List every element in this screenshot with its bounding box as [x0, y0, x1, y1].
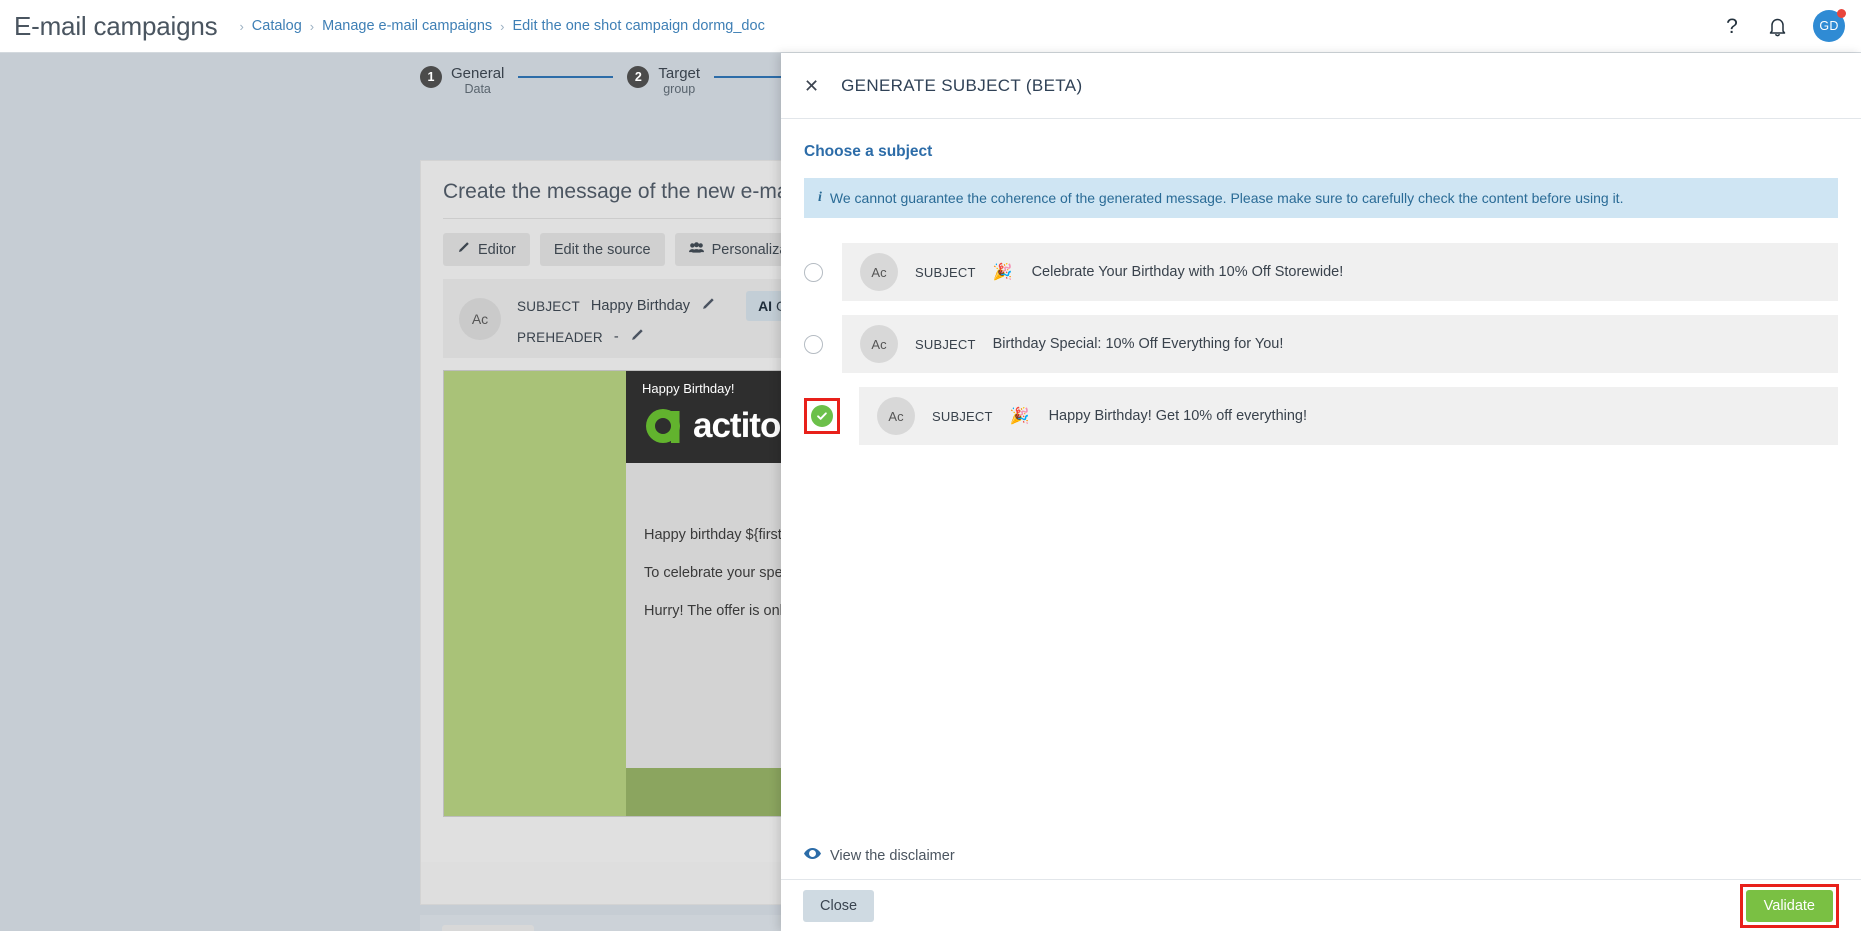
breadcrumb-separator-icon: › [500, 18, 505, 34]
modal-header: ✕ GENERATE SUBJECT (BETA) [781, 53, 1861, 119]
step-number: 1 [420, 66, 442, 88]
preheader-key-label: PREHEADER [517, 329, 603, 345]
tab-edit-source-label: Edit the source [553, 241, 651, 258]
validate-button[interactable]: Validate [1745, 889, 1833, 922]
party-popper-icon: 🎉 [992, 264, 1013, 281]
step-connector [518, 76, 614, 78]
close-icon[interactable]: ✕ [804, 77, 819, 95]
page-title: E-mail campaigns [14, 10, 218, 41]
step-number: 2 [627, 66, 650, 88]
option-avatar: Ac [860, 253, 898, 291]
step-target-group[interactable]: 2 Target group [627, 65, 700, 97]
option-avatar: Ac [877, 397, 915, 435]
edit-preheader-pencil-icon[interactable] [630, 328, 644, 346]
subject-option-card-2[interactable]: Ac SUBJECT Birthday Special: 10% Off Eve… [842, 315, 1838, 373]
avatar-notification-dot [1837, 9, 1846, 18]
brand-name: actito [693, 406, 781, 445]
list-item[interactable]: Ac SUBJECT 🎉 Celebrate Your Birthday wit… [804, 243, 1838, 301]
party-popper-icon: 🎉 [1009, 408, 1030, 425]
option-subject-value: Happy Birthday! Get 10% off everything! [1048, 408, 1308, 424]
modal-footer: Close Validate [781, 879, 1861, 931]
top-bar-actions: ? GD [1722, 9, 1861, 42]
bell-icon[interactable] [1768, 16, 1787, 37]
breadcrumb-item-catalog[interactable]: Catalog [252, 18, 302, 34]
option-subject-key: SUBJECT [932, 408, 993, 424]
avatar[interactable]: GD [1813, 9, 1846, 42]
breadcrumb: › Catalog › Manage e-mail campaigns › Ed… [239, 18, 764, 34]
selection-highlight-box [804, 398, 840, 434]
preview-footer-left [444, 768, 626, 816]
list-item[interactable]: Ac SUBJECT Birthday Special: 10% Off Eve… [804, 315, 1838, 373]
wizard-stepper: 1 General Data 2 Target group [420, 65, 823, 97]
view-disclaimer-label: View the disclaimer [830, 848, 955, 864]
step-general[interactable]: 1 General Data [420, 65, 504, 97]
option-avatar: Ac [860, 325, 898, 363]
step-label: Target [658, 65, 701, 82]
subject-value: Happy Birthday [590, 298, 691, 314]
subject-radio-3-selected[interactable] [811, 405, 833, 427]
subject-radio-2[interactable] [804, 334, 823, 354]
section-title: Choose a subject [804, 143, 933, 160]
screen-root: E-mail campaigns › Catalog › Manage e-ma… [0, 0, 1861, 931]
pencil-icon [457, 241, 470, 258]
previous-button[interactable]: Previous [442, 925, 535, 931]
avatar-initials: GD [1819, 19, 1839, 33]
warning-banner-text: We cannot guarantee the coherence of the… [829, 190, 1624, 206]
warning-banner: i We cannot guarantee the coherence of t… [804, 178, 1838, 218]
actito-logo-icon [642, 405, 684, 447]
question-mark-icon[interactable]: ? [1722, 15, 1742, 37]
preheader-value: - [613, 329, 619, 345]
list-item[interactable]: Ac SUBJECT 🎉 Happy Birthday! Get 10% off… [804, 387, 1838, 445]
validate-highlight-box: Validate [1739, 883, 1839, 928]
option-subject-key: SUBJECT [915, 264, 976, 280]
subject-option-card-3[interactable]: Ac SUBJECT 🎉 Happy Birthday! Get 10% off… [859, 387, 1838, 445]
people-icon [688, 241, 704, 258]
option-subject-value: Celebrate Your Birthday with 10% Off Sto… [1031, 264, 1344, 280]
breadcrumb-item-manage-campaigns[interactable]: Manage e-mail campaigns [322, 18, 492, 34]
ai-generate-prefix: AI [758, 298, 773, 314]
view-disclaimer-link[interactable]: View the disclaimer [804, 847, 955, 865]
subject-options-list: Ac SUBJECT 🎉 Celebrate Your Birthday wit… [804, 243, 1838, 445]
modal-body: Choose a subject i We cannot guarantee t… [781, 119, 1861, 879]
edit-subject-pencil-icon[interactable] [701, 297, 715, 315]
info-icon: i [818, 190, 822, 205]
svg-text:?: ? [1726, 15, 1738, 37]
step-sublabel: group [663, 82, 696, 97]
sender-avatar: Ac [459, 297, 501, 340]
step-label: General [451, 65, 505, 82]
breadcrumb-item-edit-campaign[interactable]: Edit the one shot campaign dormg_doc [513, 18, 765, 34]
breadcrumb-separator-icon: › [239, 18, 244, 34]
option-subject-key: SUBJECT [915, 336, 976, 352]
generate-subject-modal: ✕ GENERATE SUBJECT (BETA) Choose a subje… [781, 53, 1861, 931]
eye-icon [804, 847, 821, 865]
top-bar: E-mail campaigns › Catalog › Manage e-ma… [0, 0, 1861, 53]
subject-radio-1[interactable] [804, 262, 823, 282]
step-sublabel: Data [464, 82, 491, 97]
subject-key-label: SUBJECT [517, 298, 580, 314]
option-subject-value: Birthday Special: 10% Off Everything for… [992, 336, 1284, 352]
tab-editor[interactable]: Editor [443, 233, 530, 266]
breadcrumb-separator-icon: › [309, 18, 315, 34]
subject-option-card-1[interactable]: Ac SUBJECT 🎉 Celebrate Your Birthday wit… [842, 243, 1838, 301]
close-button[interactable]: Close [803, 889, 875, 922]
preview-left-column [444, 371, 626, 816]
tab-edit-the-source[interactable]: Edit the source [539, 233, 665, 266]
tab-editor-label: Editor [478, 241, 516, 258]
modal-title: GENERATE SUBJECT (BETA) [841, 75, 1083, 95]
